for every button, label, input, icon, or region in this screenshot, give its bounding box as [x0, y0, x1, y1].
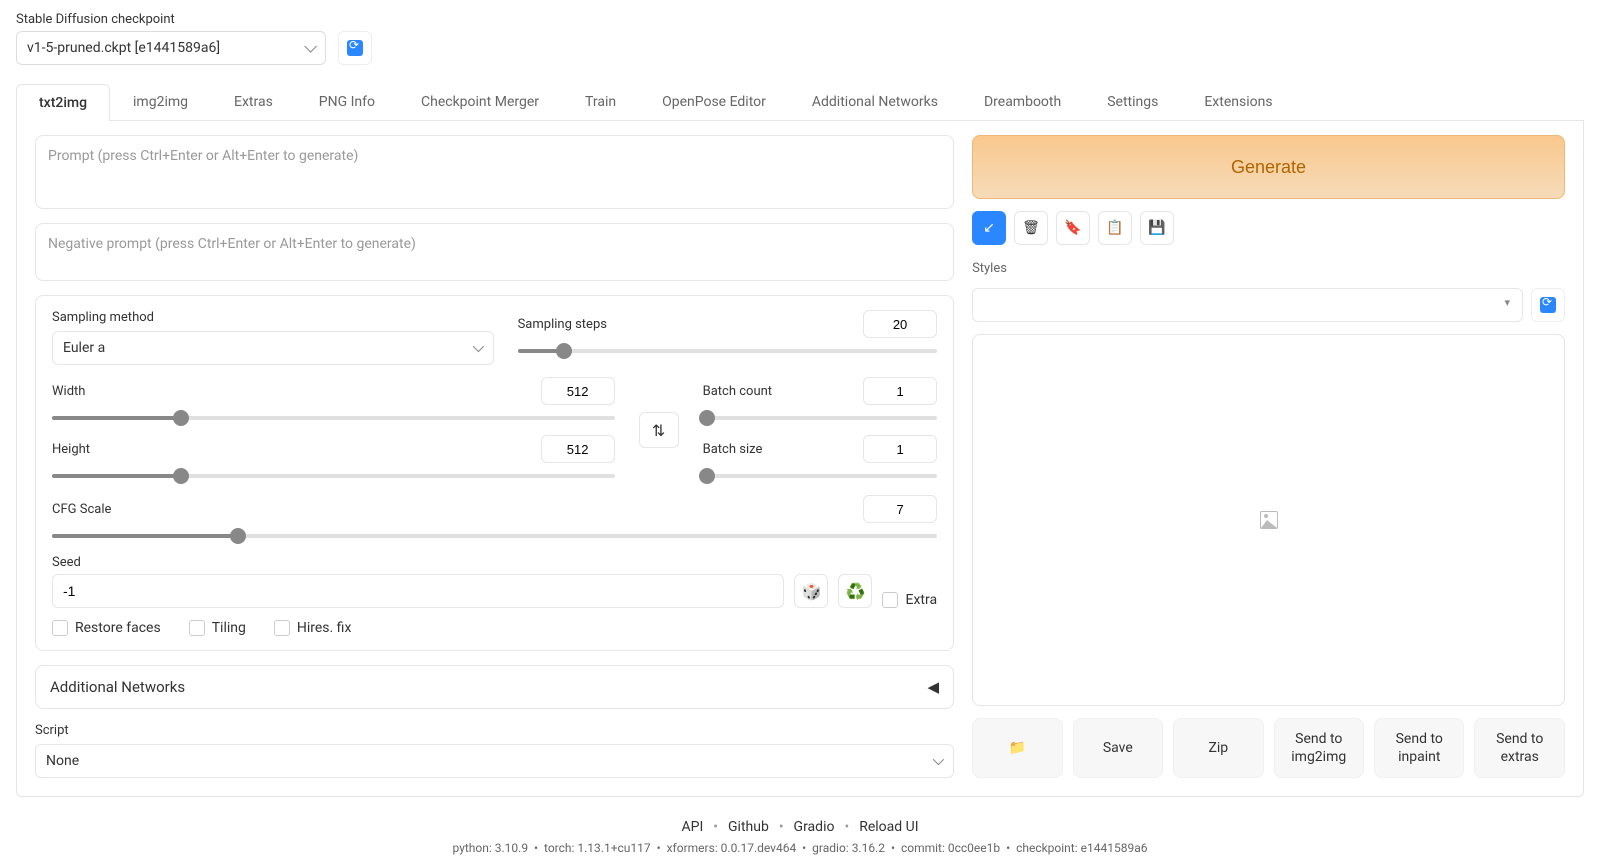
save-button[interactable]: Save — [1073, 718, 1163, 778]
batch-size-slider[interactable] — [703, 469, 937, 483]
styles-label: Styles — [972, 261, 1565, 276]
negative-prompt-input[interactable] — [35, 223, 954, 281]
tab-img2img[interactable]: img2img — [110, 83, 211, 120]
clipboard-icon: 📋 — [1106, 220, 1123, 236]
tab-extensions[interactable]: Extensions — [1181, 83, 1295, 120]
height-slider[interactable] — [52, 469, 615, 483]
refresh-icon — [347, 40, 363, 56]
height-label: Height — [52, 442, 90, 457]
extra-seed-checkbox[interactable]: Extra — [882, 592, 937, 608]
tab-additional-networks[interactable]: Additional Networks — [789, 83, 961, 120]
footer-link-gradio[interactable]: Gradio — [794, 819, 835, 835]
output-gallery — [972, 334, 1565, 706]
send-to-extras-button[interactable]: Send to extras — [1474, 718, 1564, 778]
checkpoint-value: v1-5-pruned.ckpt [e1441589a6] — [27, 40, 220, 56]
footer-links: API•Github•Gradio•Reload UI — [16, 819, 1584, 835]
width-slider[interactable] — [52, 411, 615, 425]
batch-count-input[interactable] — [863, 377, 937, 405]
tab-extras[interactable]: Extras — [211, 83, 296, 120]
footer-link-reload-ui[interactable]: Reload UI — [859, 819, 918, 835]
sampling-steps-label: Sampling steps — [518, 317, 607, 332]
paste-button[interactable]: 📋 — [1098, 211, 1132, 245]
generate-button[interactable]: Generate — [972, 135, 1565, 199]
seed-label: Seed — [52, 555, 937, 570]
save-icon: 💾 — [1148, 220, 1165, 236]
footer-link-api[interactable]: API — [681, 819, 703, 835]
clear-prompt-button[interactable]: 🗑 — [1014, 211, 1048, 245]
reuse-seed-button[interactable]: ♻️ — [838, 574, 872, 608]
refresh-icon — [1540, 297, 1556, 313]
sampling-steps-input[interactable] — [863, 310, 937, 338]
random-seed-button[interactable]: 🎲 — [794, 574, 828, 608]
tiling-checkbox[interactable]: Tiling — [189, 620, 246, 636]
script-label: Script — [35, 723, 954, 738]
checkpoint-select[interactable]: v1-5-pruned.ckpt [e1441589a6] — [16, 31, 326, 65]
sampling-steps-slider[interactable] — [518, 344, 937, 358]
send-to-img2img-button[interactable]: Send to img2img — [1274, 718, 1364, 778]
checkpoint-label: Stable Diffusion checkpoint — [16, 12, 326, 27]
batch-size-input[interactable] — [863, 435, 937, 463]
accordion-arrow-icon: ◀ — [928, 678, 940, 696]
sampling-method-select[interactable]: Euler a — [52, 331, 494, 365]
batch-count-label: Batch count — [703, 384, 772, 399]
batch-count-slider[interactable] — [703, 411, 937, 425]
trash-icon: 🗑 — [1022, 220, 1040, 236]
script-select[interactable]: None — [35, 744, 954, 778]
width-label: Width — [52, 384, 85, 399]
seed-input[interactable] — [52, 574, 784, 608]
open-folder-button[interactable]: 📁 — [972, 718, 1062, 778]
styles-select[interactable] — [972, 288, 1523, 322]
tab-checkpoint-merger[interactable]: Checkpoint Merger — [398, 83, 562, 120]
height-input[interactable] — [541, 435, 615, 463]
tab-dreambooth[interactable]: Dreambooth — [961, 83, 1084, 120]
sampling-method-label: Sampling method — [52, 310, 494, 325]
cfg-scale-slider[interactable] — [52, 529, 937, 543]
tab-train[interactable]: Train — [562, 83, 639, 120]
zip-button[interactable]: Zip — [1173, 718, 1263, 778]
footer-link-github[interactable]: Github — [728, 819, 769, 835]
prompt-input[interactable] — [35, 135, 954, 209]
footer-meta: python: 3.10.9 • torch: 1.13.1+cu117 • x… — [16, 841, 1584, 855]
cfg-scale-label: CFG Scale — [52, 502, 111, 517]
restore-faces-checkbox[interactable]: Restore faces — [52, 620, 161, 636]
refresh-styles-button[interactable] — [1531, 288, 1565, 322]
width-input[interactable] — [541, 377, 615, 405]
tab-openpose-editor[interactable]: OpenPose Editor — [639, 83, 789, 120]
swap-dimensions-button[interactable]: ⇅ — [639, 412, 679, 448]
tab-txt2img[interactable]: txt2img — [16, 84, 110, 121]
image-placeholder-icon — [1260, 511, 1278, 529]
apply-style-button[interactable]: 🔖 — [1056, 211, 1090, 245]
batch-size-label: Batch size — [703, 442, 763, 457]
tab-settings[interactable]: Settings — [1084, 83, 1181, 120]
additional-networks-accordion[interactable]: Additional Networks ◀ — [35, 665, 954, 709]
save-style-button[interactable]: 💾 — [1140, 211, 1174, 245]
bookmark-icon: 🔖 — [1064, 220, 1081, 236]
cfg-scale-input[interactable] — [863, 495, 937, 523]
read-params-button[interactable]: ↙ — [972, 211, 1006, 245]
send-to-inpaint-button[interactable]: Send to inpaint — [1374, 718, 1464, 778]
hires-fix-checkbox[interactable]: Hires. fix — [274, 620, 352, 636]
refresh-checkpoint-button[interactable] — [338, 31, 372, 65]
tab-png-info[interactable]: PNG Info — [296, 83, 398, 120]
